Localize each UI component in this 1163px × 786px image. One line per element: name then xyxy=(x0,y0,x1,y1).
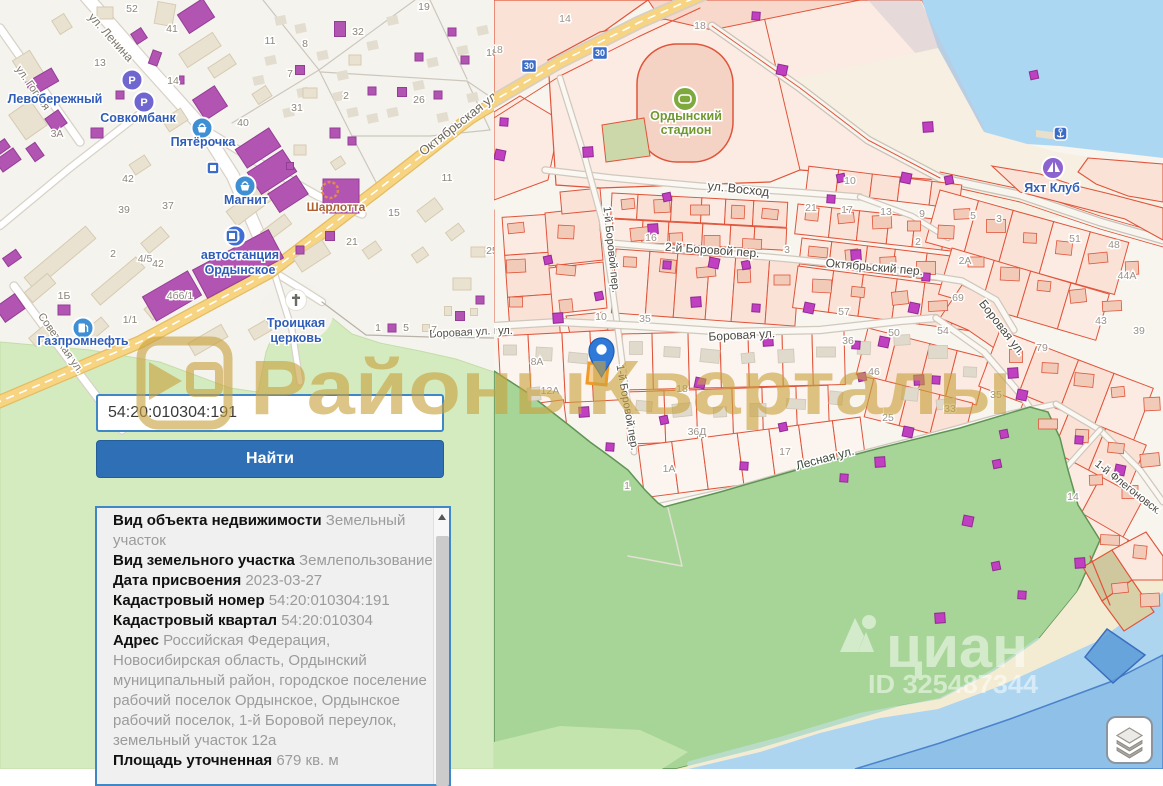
svg-text:Троицкая: Троицкая xyxy=(267,316,325,330)
svg-text:36Д: 36Д xyxy=(688,426,707,438)
svg-text:21: 21 xyxy=(346,236,358,248)
svg-text:1: 1 xyxy=(375,322,381,334)
svg-text:17: 17 xyxy=(841,204,853,216)
svg-text:8А: 8А xyxy=(531,356,544,368)
svg-text:14: 14 xyxy=(167,75,179,87)
svg-text:30: 30 xyxy=(595,48,605,58)
svg-text:39: 39 xyxy=(118,204,130,216)
svg-text:40: 40 xyxy=(237,117,249,129)
svg-text:2А: 2А xyxy=(959,255,972,267)
svg-text:44А: 44А xyxy=(1118,270,1137,282)
svg-text:54: 54 xyxy=(937,325,949,337)
svg-text:5: 5 xyxy=(403,322,409,334)
svg-text:25: 25 xyxy=(882,412,894,424)
svg-text:5: 5 xyxy=(970,210,976,222)
svg-text:Ордынский: Ордынский xyxy=(650,109,722,123)
svg-text:52: 52 xyxy=(126,3,138,15)
svg-text:3: 3 xyxy=(996,213,1002,225)
svg-text:Пятёрочка: Пятёрочка xyxy=(171,135,237,149)
svg-text:3А: 3А xyxy=(51,128,64,140)
svg-text:31: 31 xyxy=(291,102,303,114)
svg-text:35: 35 xyxy=(639,313,651,325)
svg-text:57: 57 xyxy=(838,306,850,318)
svg-text:79: 79 xyxy=(1036,342,1048,354)
svg-text:1: 1 xyxy=(624,480,630,492)
svg-text:11: 11 xyxy=(265,35,276,47)
svg-text:Левобережный: Левобережный xyxy=(8,92,103,106)
svg-text:10: 10 xyxy=(844,175,856,187)
svg-text:50: 50 xyxy=(888,327,900,339)
svg-text:Р: Р xyxy=(128,75,135,87)
svg-text:церковь: церковь xyxy=(270,331,322,345)
svg-text:17: 17 xyxy=(779,446,791,458)
svg-text:3: 3 xyxy=(784,244,790,256)
svg-text:18: 18 xyxy=(694,20,706,32)
svg-text:ID 325487344: ID 325487344 xyxy=(868,669,1039,699)
svg-text:35: 35 xyxy=(990,389,1002,401)
svg-text:Р: Р xyxy=(140,97,147,109)
svg-text:41: 41 xyxy=(166,23,178,35)
svg-text:Шарлотта: Шарлотта xyxy=(307,200,366,214)
svg-text:69: 69 xyxy=(952,292,964,304)
svg-text:37: 37 xyxy=(162,200,174,212)
svg-text:2: 2 xyxy=(915,236,921,248)
svg-text:46: 46 xyxy=(868,366,880,378)
svg-text:42: 42 xyxy=(152,258,164,270)
svg-text:1Б: 1Б xyxy=(58,290,71,302)
svg-text:стадион: стадион xyxy=(661,123,712,137)
svg-text:39: 39 xyxy=(1133,325,1145,337)
svg-text:36: 36 xyxy=(842,335,854,347)
svg-text:43: 43 xyxy=(1095,315,1107,327)
svg-text:1/1: 1/1 xyxy=(123,314,138,326)
svg-text:48: 48 xyxy=(1108,239,1120,251)
svg-text:2: 2 xyxy=(110,248,116,260)
svg-text:19: 19 xyxy=(418,1,430,13)
svg-text:13: 13 xyxy=(880,206,892,218)
svg-text:2: 2 xyxy=(343,90,349,102)
svg-text:11: 11 xyxy=(442,172,453,184)
svg-text:32: 32 xyxy=(352,26,364,38)
svg-text:7: 7 xyxy=(431,324,437,336)
svg-text:7: 7 xyxy=(287,68,293,80)
svg-text:8: 8 xyxy=(302,38,308,50)
svg-text:Яхт Клуб: Яхт Клуб xyxy=(1024,181,1080,195)
svg-text:1А: 1А xyxy=(663,463,676,475)
svg-text:42: 42 xyxy=(122,173,134,185)
svg-text:26: 26 xyxy=(413,94,425,106)
svg-text:18: 18 xyxy=(676,383,688,395)
svg-text:21: 21 xyxy=(805,202,817,214)
svg-text:30: 30 xyxy=(524,61,534,71)
svg-text:Газпромнефть: Газпромнефть xyxy=(37,334,129,348)
svg-text:4б6/1: 4б6/1 xyxy=(167,290,194,302)
svg-text:13: 13 xyxy=(94,57,106,69)
svg-text:14: 14 xyxy=(1067,491,1079,503)
svg-text:10: 10 xyxy=(595,311,607,323)
svg-text:Ордынское: Ордынское xyxy=(205,263,276,277)
svg-text:автостанция: автостанция xyxy=(201,248,279,262)
svg-text:16: 16 xyxy=(645,232,657,244)
svg-text:15: 15 xyxy=(388,207,400,219)
svg-text:33: 33 xyxy=(944,403,956,415)
svg-text:Совкомбанк: Совкомбанк xyxy=(100,111,176,125)
svg-text:12А: 12А xyxy=(541,385,560,397)
svg-text:Магнит: Магнит xyxy=(224,193,268,207)
svg-text:4/5: 4/5 xyxy=(138,253,153,265)
svg-text:9: 9 xyxy=(919,208,925,220)
svg-text:14: 14 xyxy=(559,13,571,25)
svg-text:51: 51 xyxy=(1069,233,1081,245)
